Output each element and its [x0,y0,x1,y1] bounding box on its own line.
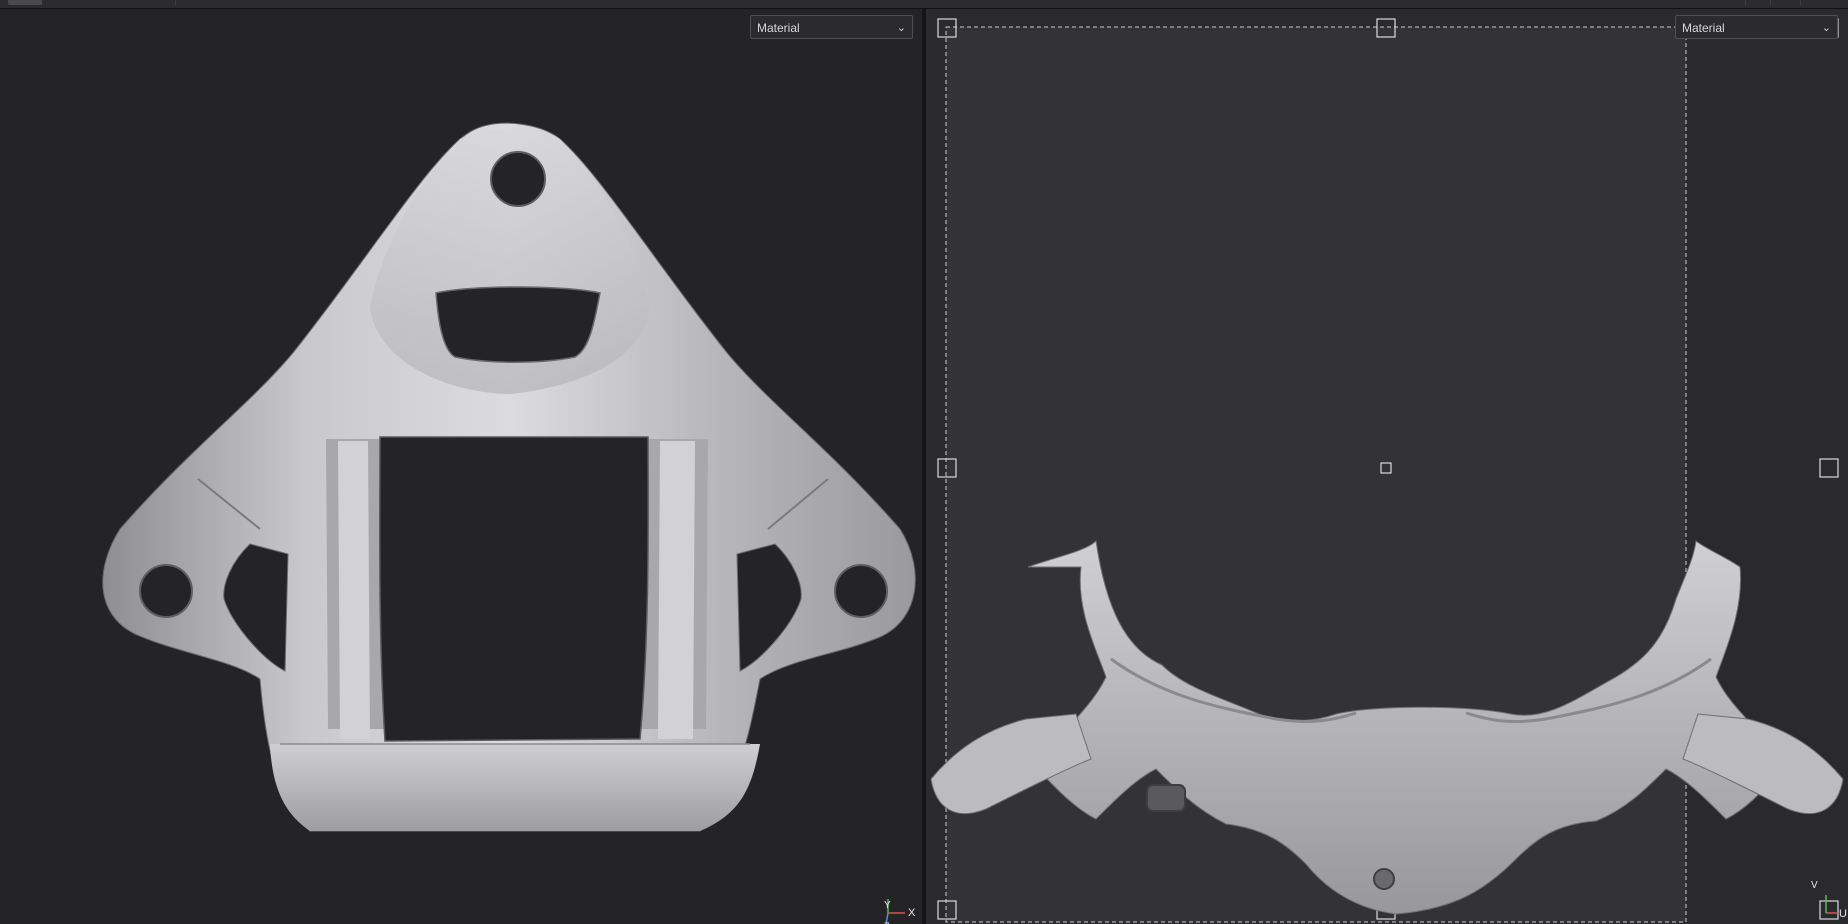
toolbar-divider [1745,0,1746,5]
mount-model [102,122,916,832]
toolbar-divider [1770,0,1771,5]
axis-u-label: U [1839,908,1847,920]
toolbar-divider [175,0,176,5]
shading-mode-dropdown-right[interactable]: Material ⌄ [1675,15,1838,39]
shading-mode-dropdown-left[interactable]: Material ⌄ [750,15,913,39]
toolbar-divider [1800,0,1801,5]
chevron-down-icon: ⌄ [896,22,906,34]
uv-viewport[interactable]: U V Material ⌄ [926,9,1848,924]
axis-gizmo: X Y Z [884,899,916,924]
axis-x-label: X [908,907,916,919]
uv-axis-gizmo: U V [1811,880,1847,920]
top-toolbar-strip [0,0,1848,9]
3d-viewport[interactable]: X Y Z Material ⌄ [0,9,922,924]
axis-y-label: Y [884,900,891,911]
toolbar-tab[interactable] [8,0,42,5]
uv-layout-view: U V [930,18,1847,923]
square-handle-icon [1819,900,1839,920]
shading-mode-value: Material [757,21,800,35]
chevron-down-icon: ⌄ [1821,22,1831,34]
square-handle-icon [1819,458,1839,478]
3d-model-view: X Y Z [102,122,916,924]
shading-mode-value: Material [1682,21,1725,35]
axis-v-label: V [1811,880,1818,891]
